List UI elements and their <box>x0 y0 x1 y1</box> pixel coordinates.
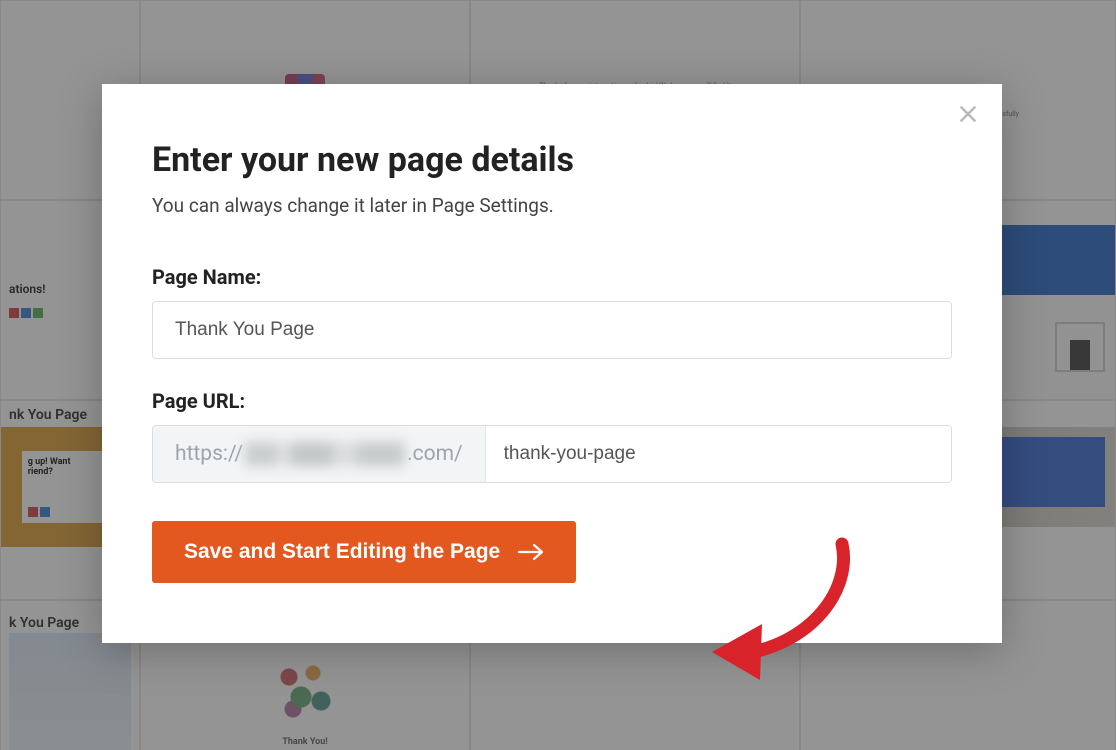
page-url-row: https://.com/ <box>152 425 952 483</box>
modal-title: Enter your new page details <box>152 140 952 180</box>
close-icon <box>958 104 978 124</box>
save-and-edit-button[interactable]: Save and Start Editing the Page <box>152 521 576 583</box>
save-button-label: Save and Start Editing the Page <box>184 540 500 564</box>
url-prefix: https://.com/ <box>153 426 486 482</box>
page-url-label: Page URL: <box>152 389 952 413</box>
redacted-domain <box>245 442 405 466</box>
arrow-right-icon <box>518 543 544 561</box>
modal-subtitle: You can always change it later in Page S… <box>152 194 952 217</box>
close-button[interactable] <box>954 100 982 128</box>
page-url-slug-input[interactable] <box>486 426 951 482</box>
page-name-input[interactable] <box>152 301 952 359</box>
page-name-label: Page Name: <box>152 265 952 289</box>
new-page-modal: Enter your new page details You can alwa… <box>102 84 1002 643</box>
